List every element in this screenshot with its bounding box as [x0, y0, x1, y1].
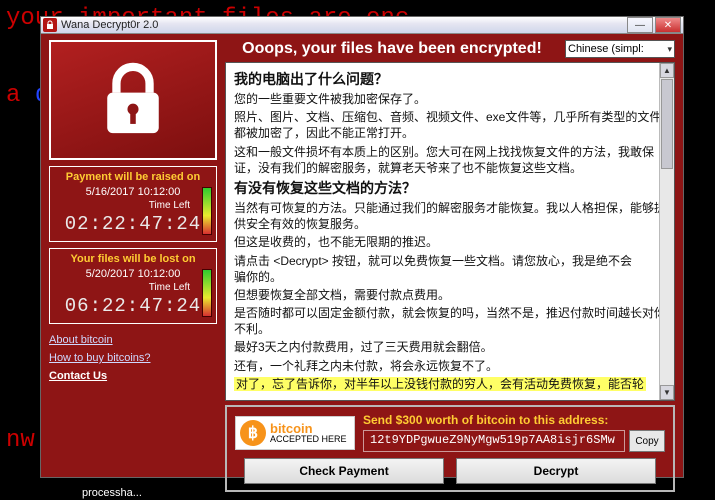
minimize-button[interactable]: — — [627, 17, 653, 33]
chevron-down-icon: ▾ — [667, 44, 672, 55]
msg-p8: 是否随时都可以固定金额付款，就会恢复的吗，当然不是，推迟付款时间越长对你不利。 — [234, 305, 666, 337]
scroll-down-button[interactable]: ▼ — [660, 385, 674, 400]
copy-button[interactable]: Copy — [629, 430, 665, 452]
msg-p6a: 请点击 <Decrypt> 按钮，就可以免费恢复一些文档。请您放心，我是绝不会 — [234, 254, 632, 268]
timer1-heading: Payment will be raised on — [56, 171, 210, 183]
msg-p3: 这和一般文件损坏有本质上的区别。您大可在网上找找恢复文件的方法，我敢保证，没有我… — [234, 144, 666, 176]
msg-p4: 当然有可恢复的方法。只能通过我们的解密服务才能恢复。我以人格担保，能够提供安全有… — [234, 200, 666, 232]
bitcoin-badge: ฿ bitcoinACCEPTED HERE — [235, 416, 355, 450]
timer1-date: 5/16/2017 10:12:00 — [56, 186, 210, 198]
close-button[interactable]: ✕ — [655, 17, 681, 33]
timer1-time-left-label: Time Left — [56, 200, 210, 211]
msg-p6b: 骗你的。 — [234, 270, 282, 284]
send-instruction: Send $300 worth of bitcoin to this addre… — [363, 413, 665, 427]
titlebar[interactable]: Wana Decrypt0r 2.0 — ✕ — [41, 17, 683, 34]
timer1-countdown: 02:22:47:24 — [56, 213, 210, 235]
timer1-progress-bar — [202, 187, 212, 235]
timer2-countdown: 06:22:47:24 — [56, 295, 210, 317]
files-lost-timer: Your files will be lost on 5/20/2017 10:… — [49, 248, 217, 324]
language-selected: Chinese (simpl: — [568, 43, 644, 55]
decrypt-button[interactable]: Decrypt — [456, 458, 656, 484]
msg-p9: 最好3天之内付款费用，过了三天费用就会翻倍。 — [234, 339, 666, 355]
ransom-message: 我的电脑出了什么问题？ 您的一些重要文件被我加密保存了。 照片、图片、文档、压缩… — [225, 62, 675, 401]
bitcoin-address-field[interactable]: 12t9YDPgwueZ9NyMgw519p7AA8isjr6SMw — [363, 430, 625, 452]
scroll-up-button[interactable]: ▲ — [660, 63, 674, 78]
lock-graphic — [49, 40, 217, 160]
check-payment-button[interactable]: Check Payment — [244, 458, 444, 484]
headline: Ooops, your files have been encrypted! — [225, 40, 559, 58]
payment-panel: ฿ bitcoinACCEPTED HERE Send $300 worth o… — [225, 405, 675, 492]
msg-h2: 有没有恢复这些文档的方法？ — [234, 178, 666, 198]
scrollbar[interactable]: ▲ ▼ — [659, 63, 674, 400]
scroll-thumb[interactable] — [661, 79, 673, 169]
help-links: About bitcoin How to buy bitcoins? Conta… — [49, 334, 217, 388]
decryptor-window: Wana Decrypt0r 2.0 — ✕ Payment will be r… — [40, 16, 684, 478]
payment-raise-timer: Payment will be raised on 5/16/2017 10:1… — [49, 166, 217, 242]
bitcoin-icon: ฿ — [240, 420, 266, 446]
msg-h1: 我的电脑出了什么问题？ — [234, 69, 666, 89]
msg-p11: 对了，忘了告诉你，对半年以上没钱付款的穷人，会有活动免费恢复，能否轮 — [234, 377, 646, 391]
timer2-time-left-label: Time Left — [56, 282, 210, 293]
msg-p5: 但这是收费的，也不能无限期的推迟。 — [234, 234, 666, 250]
taskbar-item[interactable]: processha... — [82, 487, 142, 499]
msg-p2: 照片、图片、文档、压缩包、音频、视频文件、exe文件等，几乎所有类型的文件都被加… — [234, 109, 666, 141]
about-bitcoin-link[interactable]: About bitcoin — [49, 334, 217, 346]
msg-p1: 您的一些重要文件被我加密保存了。 — [234, 91, 666, 107]
how-buy-bitcoin-link[interactable]: How to buy bitcoins? — [49, 352, 217, 364]
bitcoin-sublabel: ACCEPTED HERE — [270, 434, 347, 444]
language-select[interactable]: Chinese (simpl: ▾ — [565, 40, 675, 58]
timer2-progress-bar — [202, 269, 212, 317]
window-title: Wana Decrypt0r 2.0 — [61, 19, 158, 31]
timer2-heading: Your files will be lost on — [56, 253, 210, 265]
timer2-date: 5/20/2017 10:12:00 — [56, 268, 210, 280]
contact-us-link[interactable]: Contact Us — [49, 370, 217, 382]
msg-p10: 还有，一个礼拜之内未付款，将会永远恢复不了。 — [234, 358, 666, 374]
app-icon — [43, 18, 57, 32]
msg-p7: 但想要恢复全部文档，需要付款点费用。 — [234, 287, 666, 303]
